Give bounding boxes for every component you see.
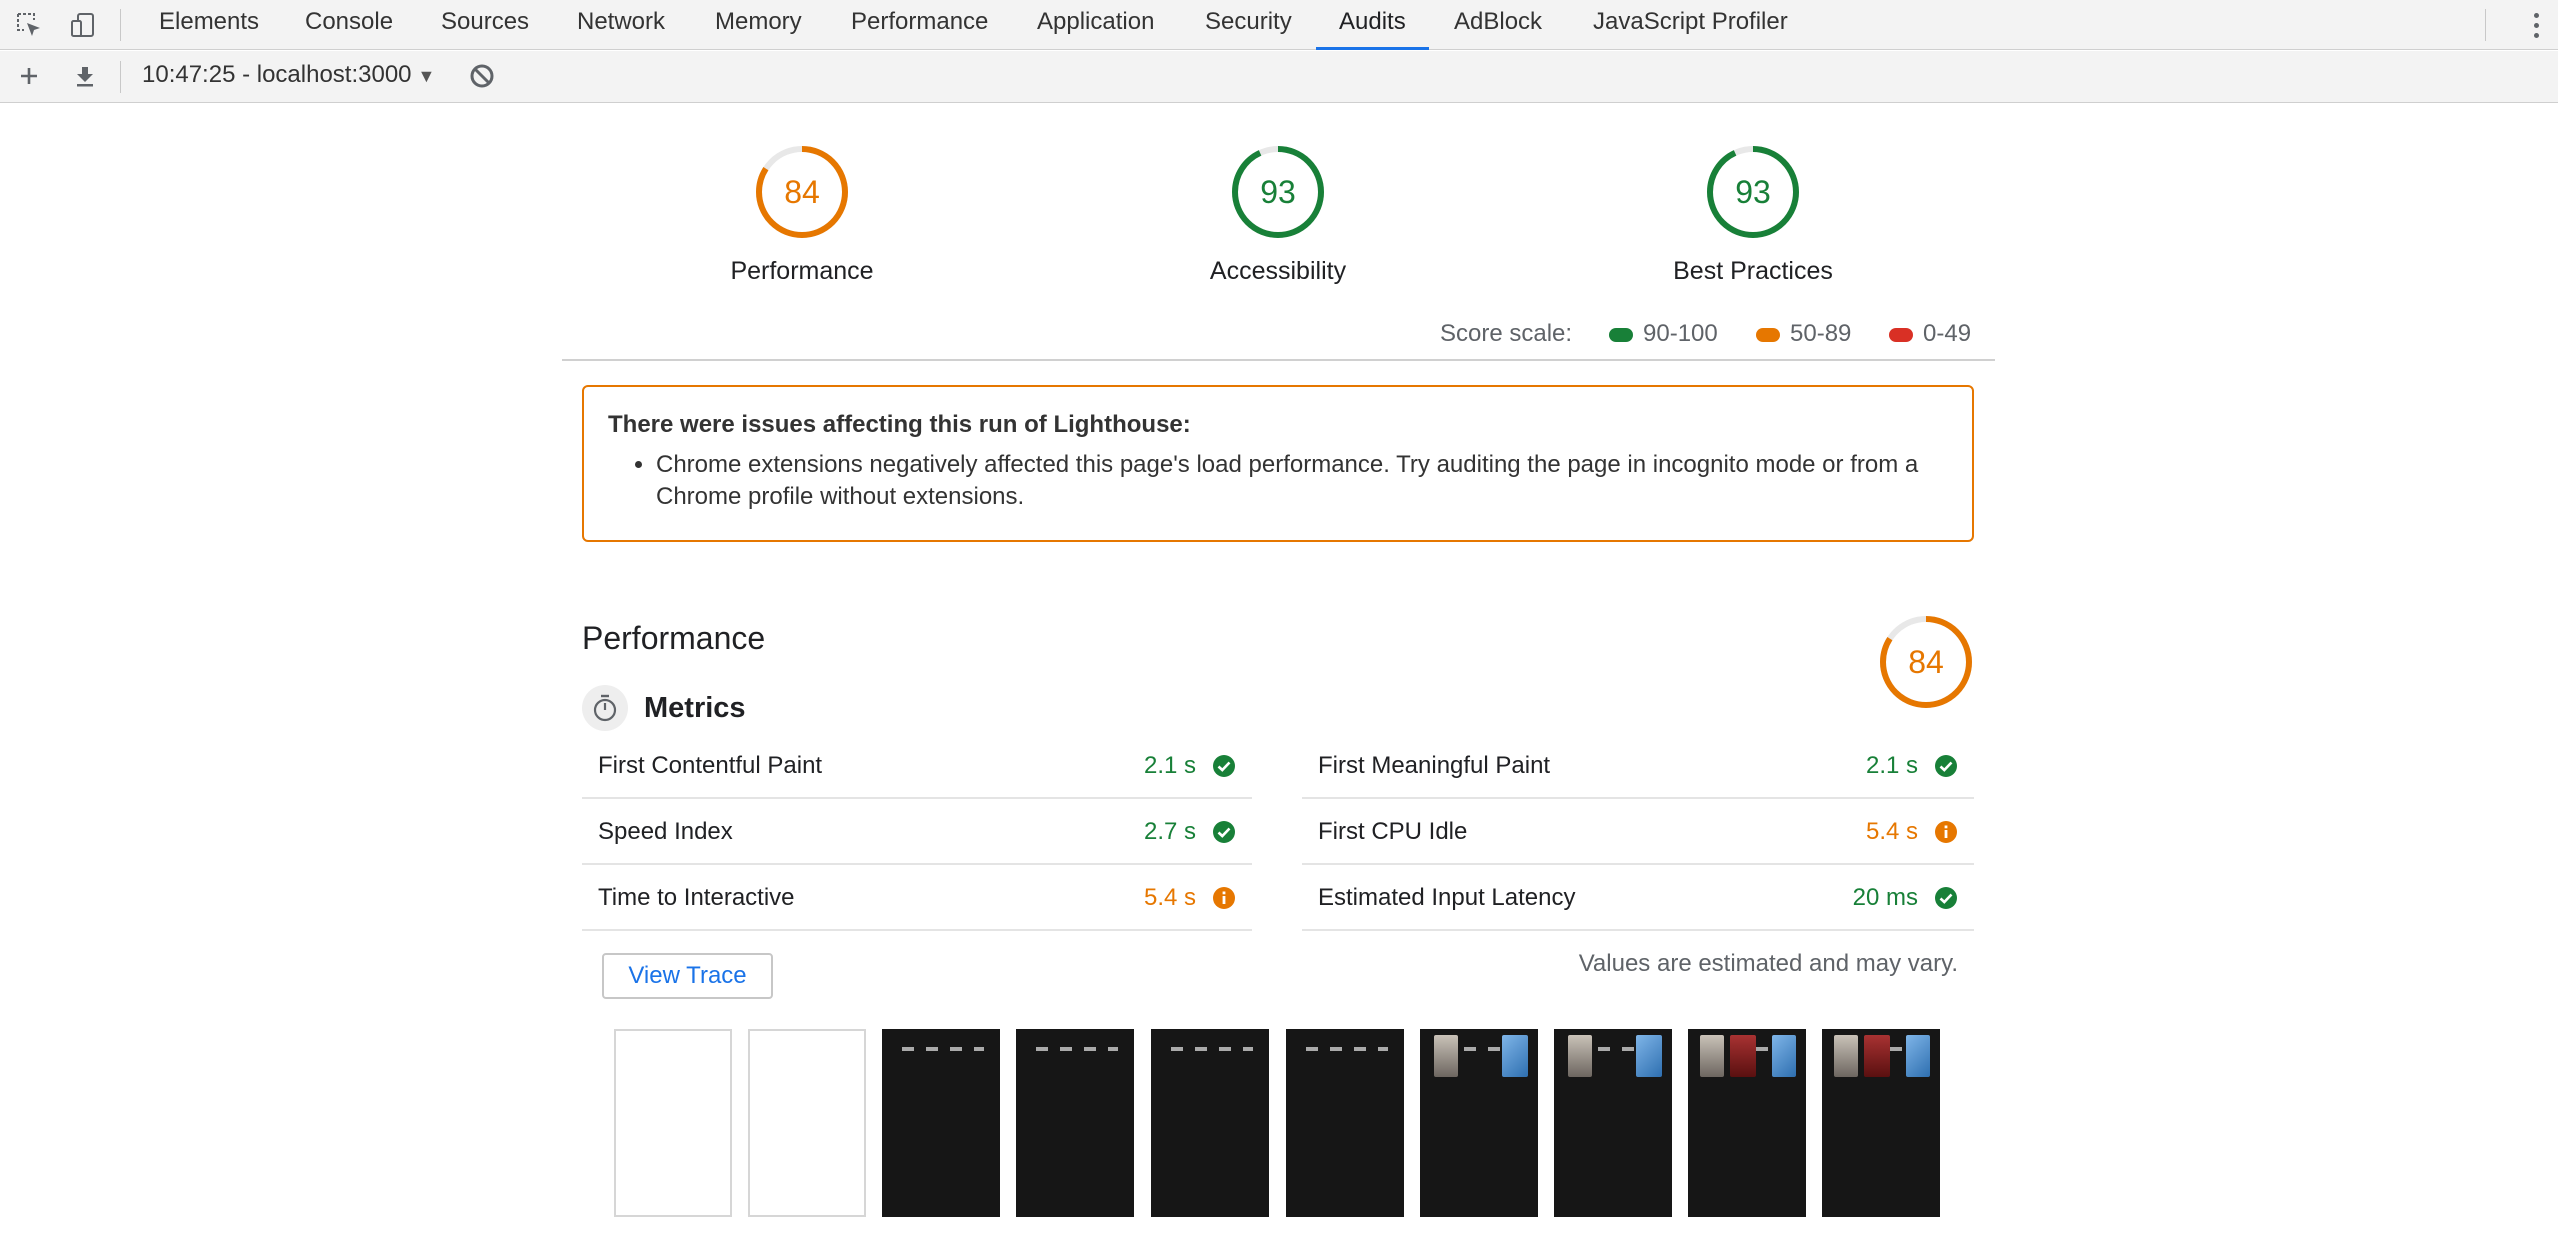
performance-category-score: 84 <box>1908 643 1944 680</box>
filmstrip-frame <box>1688 1029 1806 1217</box>
view-trace-button[interactable]: View Trace <box>602 953 773 999</box>
score-scale-fail: 0-49 <box>1889 320 1971 348</box>
metrics-title: Metrics <box>644 692 746 724</box>
metric-row: First CPU Idle 5.4 s <box>1302 799 1974 865</box>
performance-score: 84 <box>784 173 820 210</box>
fail-pill-icon <box>1889 327 1913 342</box>
metric-value: 2.1 s <box>1865 752 1918 779</box>
metric-row: First Meaningful Paint 2.1 s <box>1302 733 1974 799</box>
metric-label: First Contentful Paint <box>598 752 823 779</box>
tab-memory[interactable]: Memory <box>715 0 802 50</box>
metric-row: Time to Interactive 5.4 s <box>582 865 1252 931</box>
performance-gauge[interactable]: 84 <box>754 144 850 240</box>
tab-application[interactable]: Application <box>1037 0 1154 50</box>
report-selector[interactable]: 10:47:25 - localhost:3000 ▼ <box>142 61 435 89</box>
filmstrip-frame <box>1016 1029 1134 1217</box>
summary-divider <box>562 359 1995 361</box>
accessibility-score: 93 <box>1260 173 1296 210</box>
toolbar-divider <box>120 9 121 41</box>
filmstrip-frame <box>1286 1029 1404 1217</box>
fail-range-label: 0-49 <box>1923 320 1972 347</box>
estimate-note: Values are estimated and may vary. <box>1578 950 1958 977</box>
average-pill-icon <box>1756 327 1780 342</box>
tab-network[interactable]: Network <box>577 0 665 50</box>
metric-row: Speed Index 2.7 s <box>582 799 1252 865</box>
filmstrip-frame <box>1822 1029 1940 1217</box>
metric-label: Speed Index <box>598 818 733 845</box>
tab-sources[interactable]: Sources <box>441 0 529 50</box>
accessibility-gauge[interactable]: 93 <box>1230 144 1326 240</box>
filmstrip-frame <box>882 1029 1000 1217</box>
report-selector-label: 10:47:25 - localhost:3000 <box>142 61 412 88</box>
score-scale-label: Score scale: <box>1440 320 1573 347</box>
metric-row: Estimated Input Latency 20 ms <box>1302 865 1974 931</box>
metric-value: 2.7 s <box>1143 818 1196 845</box>
filmstrip-frame <box>748 1029 866 1217</box>
tab-elements[interactable]: Elements <box>159 0 259 50</box>
filmstrip-frame <box>1554 1029 1672 1217</box>
run-warnings: There were issues affecting this run of … <box>582 385 1974 542</box>
metric-value: 2.1 s <box>1143 752 1196 779</box>
performance-category-gauge: 84 <box>1878 614 1974 710</box>
metric-value: 5.4 s <box>1143 884 1196 911</box>
filmstrip-frame <box>614 1029 732 1217</box>
tab-javascript-profiler[interactable]: JavaScript Profiler <box>1593 0 1788 50</box>
block-icon[interactable] <box>465 59 499 93</box>
inspect-element-icon[interactable] <box>12 8 46 42</box>
plus-icon[interactable] <box>12 59 46 93</box>
tab-performance[interactable]: Performance <box>851 0 988 50</box>
warning-list: Chrome extensions negatively affected th… <box>608 449 1948 513</box>
average-info-icon <box>1212 886 1236 910</box>
pass-check-icon <box>1212 820 1236 844</box>
metric-label: Time to Interactive <box>598 884 795 911</box>
warning-item: Chrome extensions negatively affected th… <box>656 449 1948 513</box>
performance-label: Performance <box>730 257 874 285</box>
toolbar-divider <box>2485 9 2486 41</box>
pass-check-icon <box>1934 886 1958 910</box>
stopwatch-icon <box>582 685 628 731</box>
metric-row: First Contentful Paint 2.1 s <box>582 733 1252 799</box>
pass-check-icon <box>1934 754 1958 778</box>
pass-pill-icon <box>1609 327 1633 342</box>
tab-audits[interactable]: Audits <box>1316 0 1429 50</box>
score-scale-average: 50-89 <box>1756 320 1851 348</box>
best-practices-gauge[interactable]: 93 <box>1705 144 1801 240</box>
best-practices-score: 93 <box>1735 173 1771 210</box>
filmstrip-frame <box>1151 1029 1269 1217</box>
average-range-label: 50-89 <box>1790 320 1852 347</box>
audits-toolbar: 10:47:25 - localhost:3000 ▼ <box>0 51 2558 103</box>
more-options-icon[interactable] <box>2524 8 2548 42</box>
metric-label: First Meaningful Paint <box>1318 752 1551 779</box>
pass-check-icon <box>1212 754 1236 778</box>
device-toolbar-icon[interactable] <box>66 8 100 42</box>
toolbar-divider <box>120 61 121 93</box>
best-practices-label: Best Practices <box>1673 257 1833 285</box>
score-scale-pass: 90-100 <box>1609 320 1718 348</box>
accessibility-label: Accessibility <box>1209 257 1347 285</box>
performance-section-title: Performance <box>582 620 766 656</box>
download-icon[interactable] <box>68 59 102 93</box>
metric-label: Estimated Input Latency <box>1318 884 1576 911</box>
tab-console[interactable]: Console <box>305 0 393 50</box>
tab-security[interactable]: Security <box>1205 0 1292 50</box>
metric-label: First CPU Idle <box>1318 818 1468 845</box>
devtools-tab-bar: Elements Console Sources Network Memory … <box>0 0 2558 50</box>
dropdown-arrow-icon: ▼ <box>417 66 436 86</box>
metric-value: 20 ms <box>1852 884 1918 911</box>
filmstrip-frame <box>1420 1029 1538 1217</box>
average-info-icon <box>1934 820 1958 844</box>
metric-value: 5.4 s <box>1865 818 1918 845</box>
warning-title: There were issues affecting this run of … <box>608 411 1191 438</box>
pass-range-label: 90-100 <box>1643 320 1718 347</box>
tab-adblock[interactable]: AdBlock <box>1454 0 1542 50</box>
